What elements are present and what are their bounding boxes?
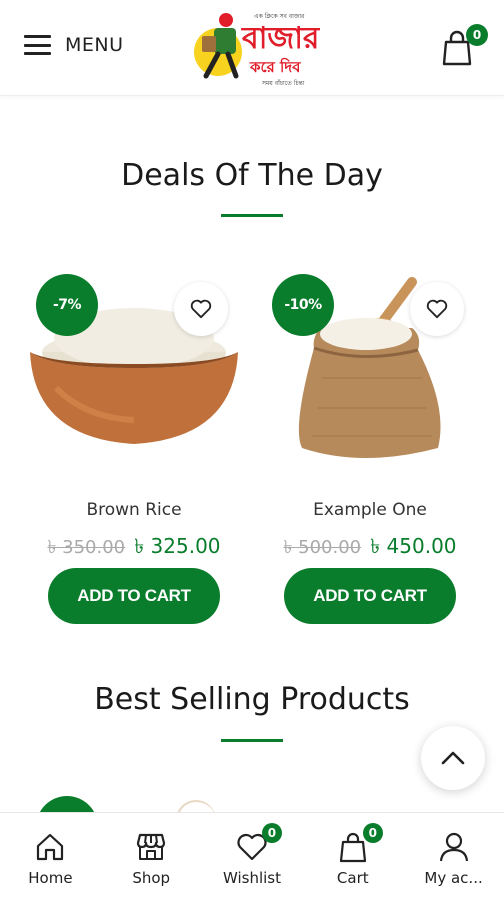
- nav-label: Home: [28, 869, 73, 887]
- heart-icon: [190, 299, 212, 319]
- nav-label: Shop: [132, 869, 171, 887]
- deals-title-underline: [221, 214, 283, 217]
- logo-sub: সময় বাঁচাতে চিন্তা: [261, 79, 305, 87]
- sale-price: ৳ 450.00: [370, 534, 457, 558]
- add-to-cart-button[interactable]: ADD TO CART: [48, 568, 220, 624]
- menu-label: MENU: [65, 34, 124, 56]
- hamburger-icon: [24, 35, 51, 55]
- chevron-up-icon: [441, 751, 465, 765]
- home-icon: [37, 833, 64, 861]
- best-selling-section-title: Best Selling Products: [94, 682, 410, 717]
- old-price: ৳ 350.00: [47, 537, 126, 558]
- add-to-wishlist-button[interactable]: [410, 282, 464, 336]
- product-name[interactable]: Example One: [252, 500, 488, 520]
- nav-item-shop[interactable]: Shop: [101, 813, 202, 900]
- scroll-to-top-button[interactable]: [421, 726, 485, 790]
- old-price: ৳ 500.00: [283, 537, 362, 558]
- discount-badge: -10%: [272, 274, 334, 336]
- bottom-navigation: Home Shop 0 Wishlist 0 Cart My ac...: [0, 812, 504, 900]
- logo-word-bazar: বাজার: [241, 21, 320, 56]
- nav-item-my-account[interactable]: My ac...: [403, 813, 504, 900]
- shop-icon: [137, 833, 166, 860]
- sale-price: ৳ 325.00: [134, 534, 221, 558]
- cart-count-badge: 0: [466, 24, 488, 46]
- cart-count-badge: 0: [362, 823, 383, 843]
- price-row: ৳ 500.00 ৳ 450.00: [252, 532, 488, 565]
- heart-icon: [426, 299, 448, 319]
- nav-label: My ac...: [424, 869, 483, 887]
- nav-item-cart[interactable]: 0 Cart: [302, 813, 403, 900]
- user-icon: [439, 832, 468, 862]
- add-to-cart-button[interactable]: ADD TO CART: [284, 568, 456, 624]
- nav-item-wishlist[interactable]: 0 Wishlist: [202, 813, 303, 900]
- add-to-wishlist-button[interactable]: [174, 282, 228, 336]
- nav-label: Cart: [336, 869, 369, 887]
- nav-label: Wishlist: [222, 869, 281, 887]
- menu-button[interactable]: MENU: [24, 34, 124, 56]
- product-name[interactable]: Brown Rice: [16, 500, 252, 520]
- best-selling-title-underline: [221, 739, 283, 742]
- discount-badge: -7%: [36, 274, 98, 336]
- nav-item-home[interactable]: Home: [0, 813, 101, 900]
- site-header: MENU এক ক্লিকে সব বাজার বাজার করে দিব সম…: [0, 0, 504, 96]
- logo[interactable]: এক ক্লিকে সব বাজার বাজার করে দিব সময় বা…: [188, 6, 320, 90]
- header-cart-button[interactable]: 0: [440, 24, 488, 66]
- price-row: ৳ 350.00 ৳ 325.00: [16, 532, 252, 565]
- wishlist-count-badge: 0: [261, 823, 282, 843]
- deals-section-title: Deals Of The Day: [121, 158, 383, 193]
- logo-word-kore-dibo: করে দিব: [249, 57, 301, 76]
- logo-tagline: এক ক্লিকে সব বাজার: [254, 13, 305, 20]
